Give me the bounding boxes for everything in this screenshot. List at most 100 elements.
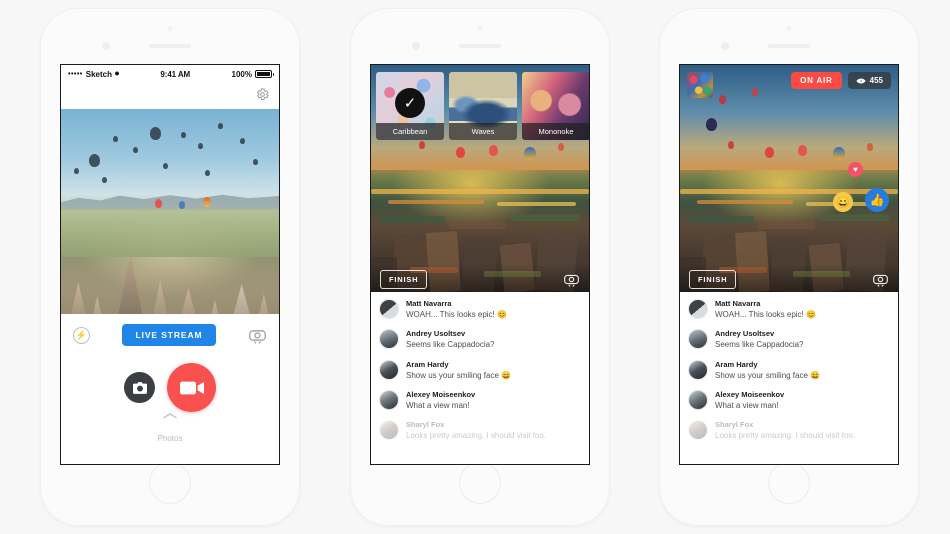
avatar <box>688 299 708 319</box>
comment-author: Aram Hardy <box>715 359 758 369</box>
live-preview-broadcast: ON AIR 455 ♥ 😄 👍 FINISH <box>680 65 898 294</box>
list-item[interactable]: Alexey Moiseenkov What a view man! <box>688 389 890 411</box>
home-button[interactable] <box>459 462 501 504</box>
avatar <box>688 329 708 350</box>
live-stream-button[interactable]: LIVE STREAM <box>122 324 216 346</box>
list-item[interactable]: Sharyl Fox Looks pretty amazing. I shoul… <box>379 420 581 441</box>
filter-label: Waves <box>449 123 517 140</box>
list-item[interactable]: Andrey Usoltsev Seems like Cappadocia? <box>379 329 581 350</box>
comment-text: Looks pretty amazing. I should visit too… <box>715 431 856 441</box>
status-bar: ••••• Sketch ⏺ 9:41 AM 100% <box>61 65 279 83</box>
proximity-sensor-icon <box>167 26 173 31</box>
proximity-sensor-icon <box>477 26 483 31</box>
comment-text: What a view man! <box>715 401 779 411</box>
like-reaction-icon: 👍 <box>865 188 889 212</box>
battery-icon <box>255 70 274 78</box>
filter-option-caribbean[interactable]: ✓ Caribbean <box>376 72 444 140</box>
live-bottom-bar: FINISH <box>371 264 589 294</box>
viewer-count-label: 455 <box>869 76 883 85</box>
phone-3-live-broadcast: ON AIR 455 ♥ 😄 👍 FINISH Matt Navarra WOA… <box>659 8 919 526</box>
phone-3-screen: ON AIR 455 ♥ 😄 👍 FINISH Matt Navarra WOA… <box>679 64 899 465</box>
avatar <box>379 389 399 410</box>
heart-reaction-icon: ♥ <box>848 162 863 177</box>
earpiece-speaker <box>459 44 501 48</box>
finish-button[interactable]: FINISH <box>689 269 737 289</box>
reactions-overlay: ♥ 😄 👍 <box>821 162 891 242</box>
comment-author: Alexey Moiseenkov <box>406 389 476 399</box>
phone-1-screen: ••••• Sketch ⏺ 9:41 AM 100% ⚡ LIVE STREA… <box>60 64 280 465</box>
phone-1-capture: ••••• Sketch ⏺ 9:41 AM 100% ⚡ LIVE STREA… <box>40 8 300 526</box>
clock-label: 9:41 AM <box>160 69 191 79</box>
comment-text: Looks pretty amazing. I should visit too… <box>406 431 547 441</box>
comments-list[interactable]: Matt Navarra WOAH... This looks epic! 😊 … <box>680 292 898 464</box>
photo-capture-button[interactable] <box>124 372 155 403</box>
photos-label: Photos <box>157 434 183 443</box>
filter-label: Mononoke <box>522 123 589 140</box>
screenshot-stage: ••••• Sketch ⏺ 9:41 AM 100% ⚡ LIVE STREA… <box>0 0 950 534</box>
video-record-button[interactable] <box>167 363 216 412</box>
video-icon <box>179 381 204 394</box>
comments-list[interactable]: Matt Navarra WOAH... This looks epic! 😊 … <box>371 292 589 464</box>
list-item[interactable]: Aram Hardy Show us your smiling face 😄 <box>379 359 581 381</box>
avatar <box>688 359 708 380</box>
comment-text: Seems like Cappadocia? <box>715 340 804 350</box>
avatar <box>379 299 399 319</box>
filter-option-mononoke[interactable]: Mononoke <box>522 72 589 140</box>
proximity-sensor-icon <box>786 26 792 31</box>
list-item[interactable]: Andrey Usoltsev Seems like Cappadocia? <box>688 329 890 350</box>
status-bar-left: ••••• Sketch ⏺ <box>68 69 119 79</box>
earpiece-speaker <box>149 44 191 48</box>
camera-icon <box>132 381 147 394</box>
comment-text: WOAH... This looks epic! 😊 <box>406 310 507 320</box>
battery-percent-label: 100% <box>231 69 252 79</box>
list-item[interactable]: Sharyl Fox Looks pretty amazing. I shoul… <box>688 420 890 441</box>
comment-text: What a view man! <box>406 401 470 411</box>
home-button[interactable] <box>149 462 191 504</box>
camera-controls: ⚡ LIVE STREAM Photos <box>61 314 279 464</box>
carrier-label: Sketch <box>85 69 112 79</box>
comment-author: Sharyl Fox <box>406 420 445 430</box>
filter-option-waves[interactable]: Waves <box>449 72 517 140</box>
camera-controls-top-row: ⚡ LIVE STREAM <box>61 314 279 346</box>
phone-2-screen: ✓ Caribbean Waves Mononoke FINISH Matt N… <box>370 64 590 465</box>
flash-icon[interactable]: ⚡ <box>73 326 90 344</box>
flip-camera-icon[interactable] <box>872 272 889 287</box>
avatar <box>379 329 399 350</box>
finish-button[interactable]: FINISH <box>380 269 428 289</box>
live-preview-filtered: ✓ Caribbean Waves Mononoke FINISH <box>371 65 589 294</box>
comment-author: Matt Navarra <box>406 299 452 308</box>
front-camera-icon <box>412 42 420 50</box>
status-bar-right: 100% <box>231 69 274 79</box>
chevron-up-icon <box>163 413 177 419</box>
mountain-ridge <box>61 194 279 211</box>
list-item[interactable]: Matt Navarra WOAH... This looks epic! 😊 <box>688 299 890 320</box>
camera-preview-image <box>61 109 279 334</box>
photos-drawer-handle[interactable]: Photos <box>61 412 279 443</box>
eye-icon <box>856 78 866 83</box>
list-item[interactable]: Alexey Moiseenkov What a view man! <box>379 389 581 411</box>
flip-camera-icon[interactable] <box>248 327 267 344</box>
viewer-count-badge: 455 <box>847 72 891 89</box>
check-icon: ✓ <box>395 88 425 118</box>
comment-author: Sharyl Fox <box>715 420 754 430</box>
active-filter-thumbnail[interactable] <box>687 72 713 98</box>
comment-text: Seems like Cappadocia? <box>406 340 495 350</box>
shutter-row <box>61 363 279 412</box>
flip-camera-icon[interactable] <box>563 272 580 287</box>
comment-author: Andrey Usoltsev <box>715 329 775 339</box>
filter-carousel[interactable]: ✓ Caribbean Waves Mononoke <box>376 72 589 140</box>
list-item[interactable]: Aram Hardy Show us your smiling face 😄 <box>688 359 890 381</box>
front-camera-icon <box>102 42 110 50</box>
live-status-bar: ON AIR 455 <box>687 72 891 98</box>
laugh-reaction-icon: 😄 <box>833 192 853 212</box>
list-item[interactable]: Matt Navarra WOAH... This looks epic! 😊 <box>379 299 581 320</box>
gear-icon[interactable] <box>255 87 270 102</box>
comment-author: Alexey Moiseenkov <box>715 389 785 399</box>
front-camera-icon <box>721 42 729 50</box>
home-button[interactable] <box>768 462 810 504</box>
live-bottom-bar: FINISH <box>680 264 898 294</box>
avatar <box>379 359 399 380</box>
avatar <box>688 389 708 410</box>
comment-author: Andrey Usoltsev <box>406 329 466 339</box>
earpiece-speaker <box>768 44 810 48</box>
